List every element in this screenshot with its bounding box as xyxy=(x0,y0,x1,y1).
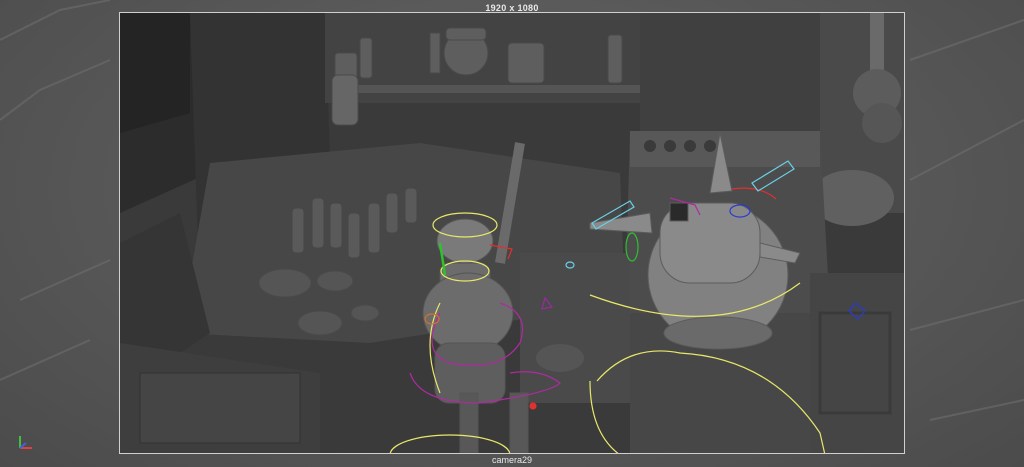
wall-shelf xyxy=(350,85,640,93)
kitchen-scene[interactable] xyxy=(120,13,905,454)
resolution-gate xyxy=(119,12,905,454)
resolution-gate-label: 1920 x 1080 xyxy=(485,3,539,13)
camera-name-label: camera29 xyxy=(491,455,533,465)
xyz-axis-icon xyxy=(19,436,32,449)
3d-viewport[interactable]: 1920 x 1080 camera29 xyxy=(0,0,1024,467)
